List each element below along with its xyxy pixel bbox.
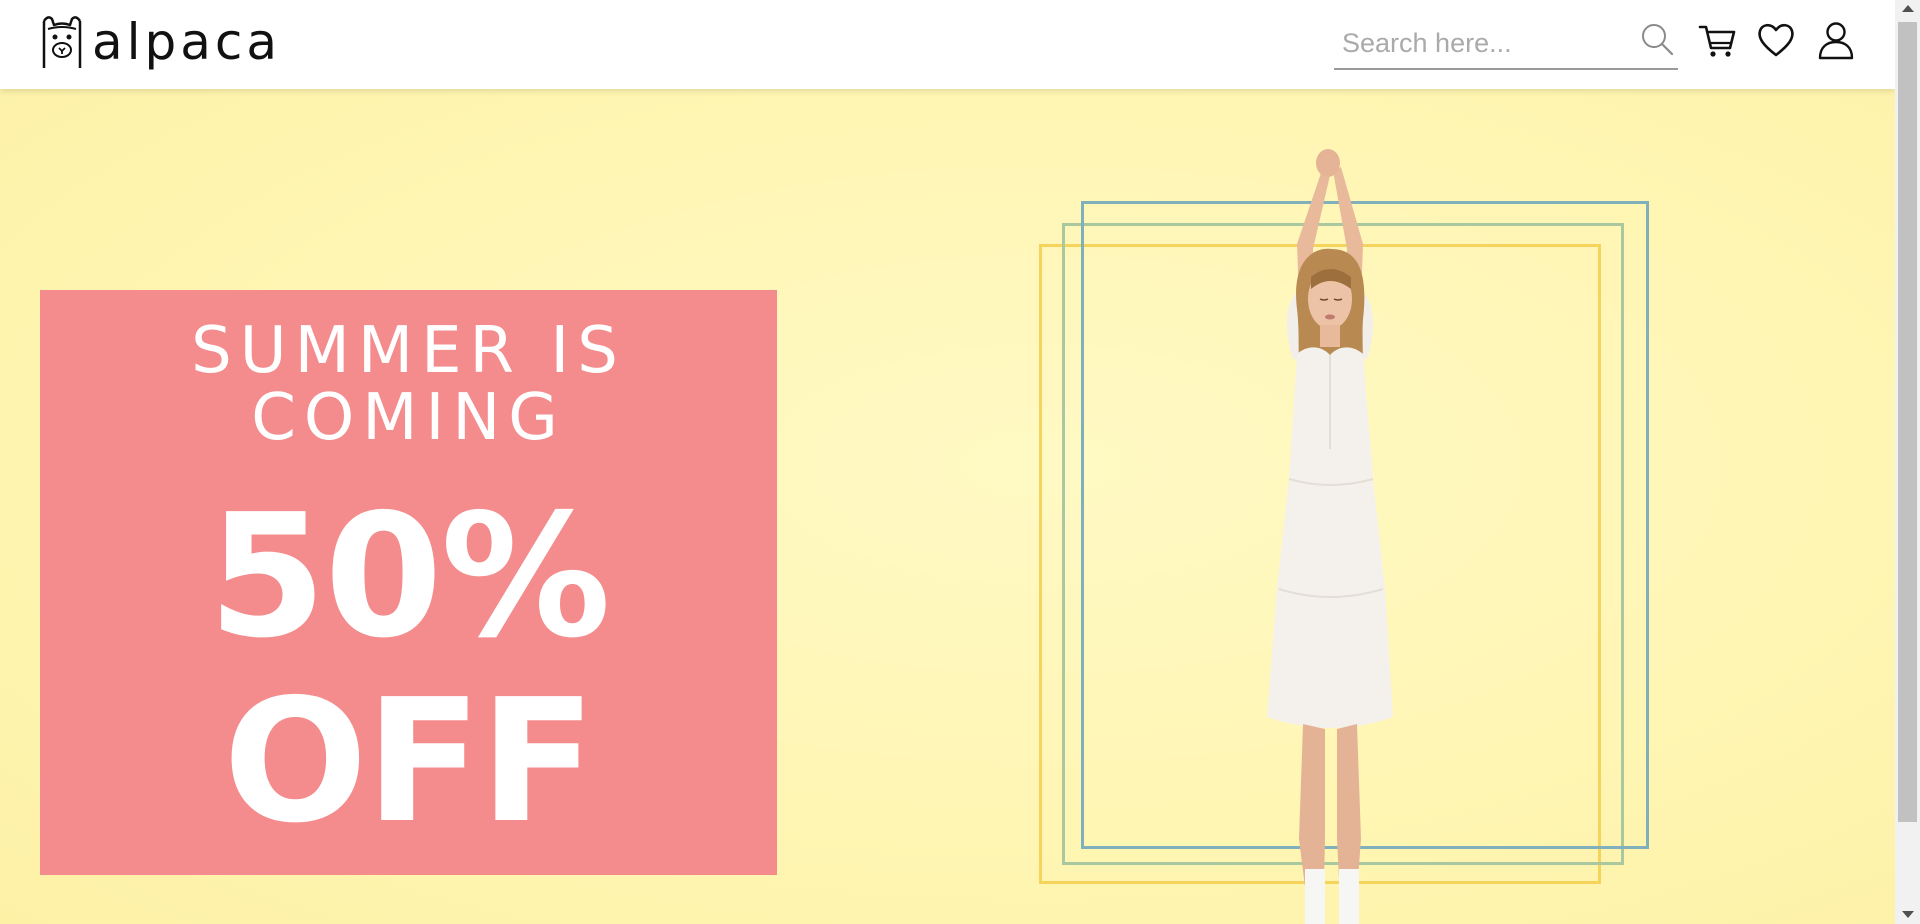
hero-model-image	[1267, 149, 1393, 924]
heart-icon[interactable]	[1756, 20, 1796, 60]
promo-box[interactable]: SUMMER IS COMING 50% OFF	[40, 290, 777, 875]
scroll-down-arrow-icon[interactable]	[1902, 911, 1914, 918]
brand-name: alpaca	[92, 13, 282, 71]
scrollbar-thumb[interactable]	[1898, 22, 1917, 822]
user-icon[interactable]	[1816, 20, 1856, 60]
site-header: alpaca	[0, 0, 1895, 89]
cart-icon[interactable]	[1697, 20, 1737, 60]
search-icon[interactable]	[1639, 22, 1675, 58]
page-scrollbar[interactable]	[1895, 0, 1920, 924]
scroll-up-arrow-icon[interactable]	[1902, 5, 1914, 12]
search-input[interactable]	[1334, 24, 1624, 62]
promo-discount: 50% OFF	[208, 478, 611, 861]
search-bar	[1334, 20, 1678, 70]
hero-banner: SUMMER IS COMING 50% OFF	[0, 89, 1895, 924]
brand-logo[interactable]: alpaca	[40, 13, 281, 71]
page: alpaca SUMMER IS COMING 50% OFF	[0, 0, 1920, 924]
promo-headline: SUMMER IS COMING	[191, 314, 626, 455]
alpaca-logo-icon	[42, 16, 82, 68]
